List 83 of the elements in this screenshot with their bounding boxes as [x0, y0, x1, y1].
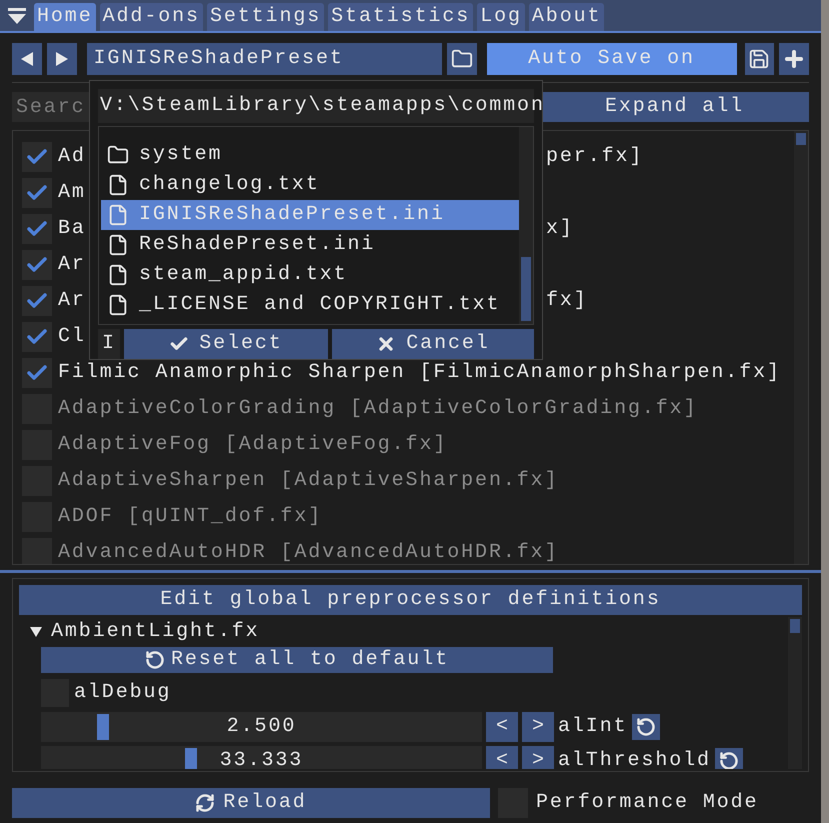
reset-all-button[interactable]: Reset all to default: [41, 647, 553, 673]
reset-icon: [144, 650, 165, 670]
slider[interactable]: 33.333: [41, 746, 482, 769]
checkbox[interactable]: [22, 286, 52, 316]
tab[interactable]: About: [528, 3, 604, 31]
reset-button[interactable]: [632, 714, 660, 740]
slider[interactable]: 2.500: [41, 712, 482, 742]
save-button[interactable]: [744, 43, 774, 75]
filename-field[interactable]: I: [98, 329, 120, 360]
expander-icon[interactable]: [29, 626, 43, 638]
scrollbar[interactable]: [788, 617, 802, 769]
effect-name[interactable]: Ba: [58, 217, 86, 240]
checkbox[interactable]: [22, 214, 52, 244]
next-button[interactable]: [46, 43, 77, 75]
file-icon: [107, 174, 129, 196]
option-label: alThreshold: [558, 751, 711, 769]
performance-mode-label: Performance Mode: [536, 793, 758, 813]
decrement-button[interactable]: <: [486, 746, 518, 769]
reset-icon: [718, 751, 739, 769]
preset-field[interactable]: IGNISReShadePreset: [86, 43, 442, 75]
preprocessor-button[interactable]: Edit global preprocessor definitions: [19, 585, 802, 615]
effect-name[interactable]: ADOF [qUINT_dof.fx]: [58, 505, 322, 528]
tab[interactable]: Log: [477, 3, 525, 31]
slider-thumb[interactable]: [96, 714, 109, 740]
tab[interactable]: Home: [34, 3, 96, 31]
folder-button[interactable]: [446, 43, 477, 75]
effect-name[interactable]: Ad: [58, 145, 86, 168]
checkbox[interactable]: [22, 358, 52, 388]
slider-value: 33.333: [220, 751, 304, 769]
file-icon: [107, 264, 129, 286]
tab[interactable]: Settings: [206, 3, 324, 31]
increment-button[interactable]: >: [522, 746, 554, 769]
option-label: alInt: [558, 717, 628, 737]
right-arrow-icon: [54, 51, 69, 67]
effect-name[interactable]: Am: [58, 181, 86, 204]
effect-name[interactable]: AdaptiveSharpen [AdaptiveSharpen.fx]: [58, 469, 558, 492]
option-label: alDebug: [74, 683, 172, 703]
decrement-button[interactable]: <: [486, 712, 518, 742]
reset-icon: [636, 717, 656, 737]
reload-button[interactable]: Reload: [12, 788, 490, 818]
file-entry[interactable]: system: [101, 140, 519, 170]
save-icon: [748, 48, 770, 70]
reset-button[interactable]: [714, 748, 743, 769]
effect-name[interactable]: x]: [546, 219, 574, 239]
effect-name[interactable]: Cl: [58, 325, 86, 348]
effect-name[interactable]: fx]: [546, 291, 588, 311]
reload-icon: [195, 793, 216, 813]
add-button[interactable]: [779, 43, 810, 75]
file-icon: [107, 234, 129, 256]
file-name[interactable]: AmbientLight.fx: [51, 622, 260, 642]
file-entry[interactable]: changelog.txt: [101, 170, 519, 200]
slider-value: 2.500: [226, 717, 296, 737]
checkbox[interactable]: [22, 178, 52, 208]
tab[interactable]: Add-ons: [100, 3, 203, 31]
checkbox[interactable]: [22, 538, 52, 564]
left-arrow-icon: [20, 51, 34, 67]
scrollbar[interactable]: [519, 126, 533, 324]
effect-name[interactable]: AdaptiveFog [AdaptiveFog.fx]: [58, 433, 448, 456]
file-entry[interactable]: _LICENSE and COPYRIGHT.txt: [101, 290, 519, 320]
folder-icon: [450, 48, 473, 70]
checkbox[interactable]: [22, 250, 52, 280]
folder-icon: [107, 144, 129, 166]
file-entry[interactable]: ReShadePreset.ini: [101, 230, 519, 260]
menu-icon[interactable]: [6, 7, 28, 25]
checkbox[interactable]: [22, 322, 52, 352]
effect-name[interactable]: Filmic Anamorphic Sharpen [FilmicAnamorphSharpen.fx]: [58, 361, 781, 384]
increment-button[interactable]: >: [522, 712, 554, 742]
effect-name[interactable]: Ar: [58, 253, 86, 276]
tab[interactable]: Statistics: [328, 3, 474, 31]
file-icon: [107, 204, 129, 226]
slider-thumb[interactable]: [184, 748, 197, 769]
effect-name[interactable]: AdaptiveColorGrading [AdaptiveColorGrading.fx]: [58, 397, 698, 420]
cancel-button[interactable]: Cancel: [332, 329, 534, 360]
effect-name[interactable]: per.fx]: [546, 147, 644, 167]
file-icon: [107, 294, 129, 316]
effect-name[interactable]: AdvancedAutoHDR [AdvancedAutoHDR.fx]: [58, 541, 558, 564]
checkbox[interactable]: [22, 142, 52, 172]
previous-button[interactable]: [12, 43, 42, 75]
expand-all-button[interactable]: Expand all: [540, 92, 809, 122]
scrollbar[interactable]: [794, 131, 808, 564]
file-entry[interactable]: steam_appid.txt: [101, 260, 519, 290]
select-button[interactable]: Select: [124, 329, 328, 360]
effect-name[interactable]: Ar: [58, 289, 86, 312]
